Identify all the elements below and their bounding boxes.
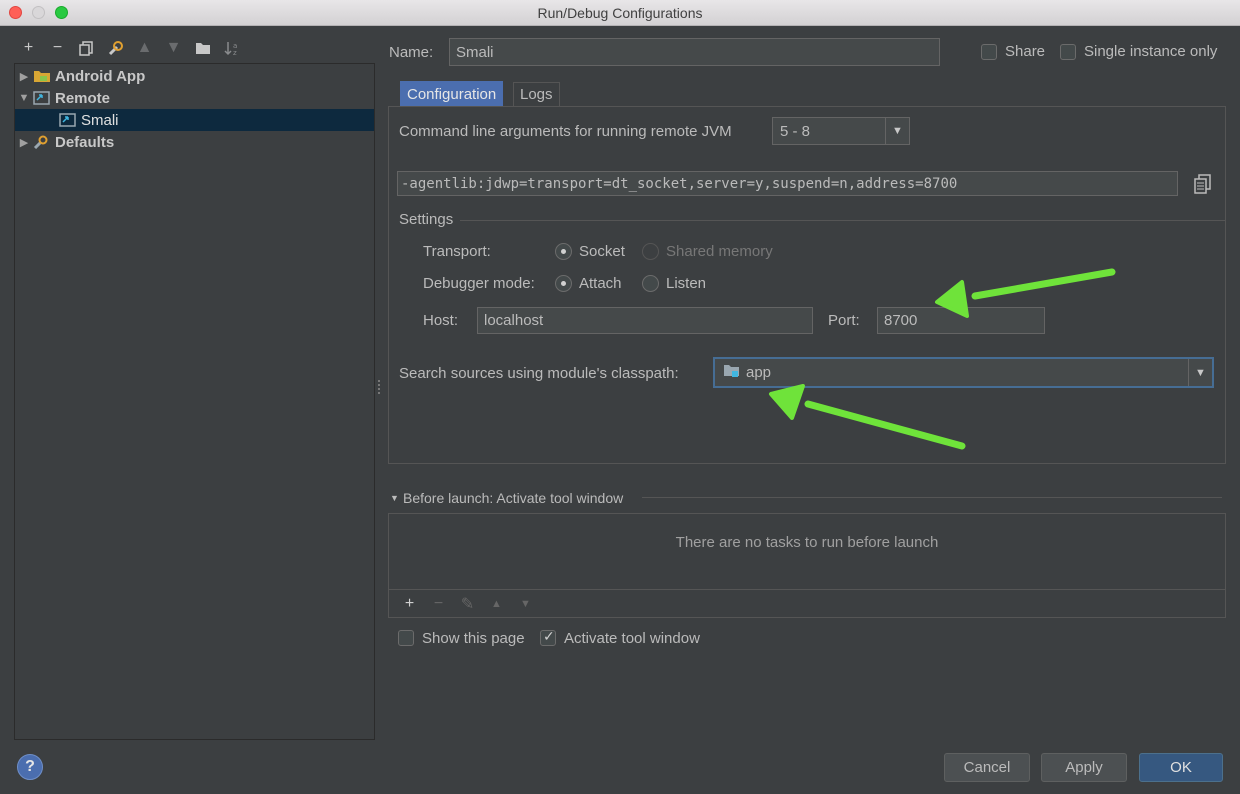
cmdline-label: Command line arguments for running remot…	[399, 123, 732, 140]
config-tree[interactable]: ▶ Android App ▼ Remote Smali ▶ Defaults	[14, 63, 375, 740]
attach-label: Attach	[579, 275, 622, 292]
minus-icon[interactable]: −	[424, 595, 453, 613]
arrow-up-icon[interactable]: ▲	[482, 598, 511, 610]
classpath-label: Search sources using module's classpath:	[399, 365, 679, 382]
window-titlebar: Run/Debug Configurations	[0, 0, 1240, 26]
share-label: Share	[1005, 43, 1046, 60]
collapse-triangle-icon[interactable]: ▼	[390, 493, 399, 503]
copy-icon[interactable]	[72, 36, 101, 60]
attach-radio[interactable]	[555, 275, 572, 292]
before-launch-task-list[interactable]: There are no tasks to run before launch …	[388, 513, 1226, 618]
splitter-handle[interactable]	[377, 380, 381, 394]
before-launch-toolbar: + − ✎ ▲ ▼	[389, 589, 1225, 617]
tree-item-smali[interactable]: Smali	[15, 109, 374, 131]
android-app-icon	[33, 69, 51, 83]
single-instance-label: Single instance only	[1084, 43, 1218, 60]
single-instance-checkbox[interactable]	[1060, 44, 1076, 60]
svg-text:z: z	[233, 49, 237, 56]
tree-item-label: Defaults	[55, 133, 115, 151]
agent-args-field[interactable]: -agentlib:jdwp=transport=dt_socket,serve…	[397, 171, 1178, 196]
debugger-mode-label: Debugger mode:	[423, 275, 535, 292]
wrench-icon[interactable]	[101, 36, 130, 60]
pencil-icon[interactable]: ✎	[453, 594, 482, 614]
show-page-label: Show this page	[422, 630, 525, 647]
config-toolbar: + − ▲ ▼ az	[14, 36, 246, 60]
listen-label: Listen	[666, 275, 707, 292]
tree-item-android-app[interactable]: ▶ Android App	[15, 65, 374, 87]
expand-arrow-icon[interactable]: ▶	[15, 136, 33, 149]
socket-radio[interactable]	[555, 243, 572, 260]
remote-icon	[33, 91, 51, 105]
arrow-up-icon[interactable]: ▲	[130, 36, 159, 60]
copy-icon[interactable]	[1194, 174, 1212, 198]
classpath-module-select[interactable]: app ▼	[713, 357, 1214, 388]
settings-divider	[460, 220, 1225, 221]
listen-radio[interactable]	[642, 275, 659, 292]
ok-button[interactable]: OK	[1139, 753, 1223, 782]
port-input[interactable]: 8700	[877, 307, 1045, 334]
activate-tool-checkbox[interactable]	[540, 628, 556, 646]
settings-label: Settings	[399, 211, 454, 228]
transport-label: Transport:	[423, 243, 491, 260]
before-launch-empty-text: There are no tasks to run before launch	[675, 534, 939, 551]
jvm-version-value: 5 - 8	[780, 122, 811, 140]
minus-icon[interactable]: −	[43, 36, 72, 60]
tree-item-label: Smali	[81, 111, 119, 129]
expand-arrow-icon[interactable]: ▶	[15, 70, 33, 83]
arrow-down-icon[interactable]: ▼	[511, 598, 540, 610]
shared-memory-label: Shared memory	[666, 243, 773, 260]
share-checkbox[interactable]	[981, 44, 997, 60]
before-launch-divider	[642, 497, 1222, 498]
activate-tool-label: Activate tool window	[564, 630, 700, 647]
help-button[interactable]: ?	[17, 754, 43, 780]
host-label: Host:	[423, 312, 459, 329]
wrench-icon	[33, 135, 51, 150]
tree-item-remote[interactable]: ▼ Remote	[15, 87, 374, 109]
classpath-module-value: app	[746, 364, 772, 381]
apply-button[interactable]: Apply	[1041, 753, 1127, 782]
tab-logs[interactable]: Logs	[513, 82, 560, 106]
module-folder-icon	[723, 363, 741, 382]
shared-memory-radio[interactable]	[642, 243, 659, 260]
socket-label: Socket	[579, 243, 625, 260]
before-launch-title: Before launch: Activate tool window	[403, 490, 624, 506]
tree-item-defaults[interactable]: ▶ Defaults	[15, 131, 374, 153]
chevron-down-icon[interactable]: ▼	[885, 118, 909, 144]
host-input[interactable]: localhost	[477, 307, 813, 334]
arrow-down-icon[interactable]: ▼	[159, 36, 188, 60]
collapse-arrow-icon[interactable]: ▼	[15, 92, 33, 104]
plus-icon[interactable]: +	[14, 36, 43, 60]
port-label: Port:	[828, 312, 860, 329]
chevron-down-icon[interactable]: ▼	[1188, 359, 1212, 386]
cancel-button[interactable]: Cancel	[944, 753, 1030, 782]
remote-config-icon	[59, 113, 77, 127]
sort-icon[interactable]: az	[217, 36, 246, 60]
jvm-version-select[interactable]: 5 - 8 ▼	[772, 117, 910, 145]
show-page-checkbox[interactable]	[398, 630, 414, 646]
tree-item-label: Android App	[55, 67, 146, 85]
name-input[interactable]: Smali	[449, 38, 940, 66]
name-label: Name:	[389, 44, 434, 61]
folder-icon[interactable]	[188, 36, 217, 60]
window-title: Run/Debug Configurations	[537, 5, 703, 21]
tab-configuration[interactable]: Configuration	[400, 81, 504, 106]
plus-icon[interactable]: +	[395, 595, 424, 613]
tree-item-label: Remote	[55, 89, 111, 107]
